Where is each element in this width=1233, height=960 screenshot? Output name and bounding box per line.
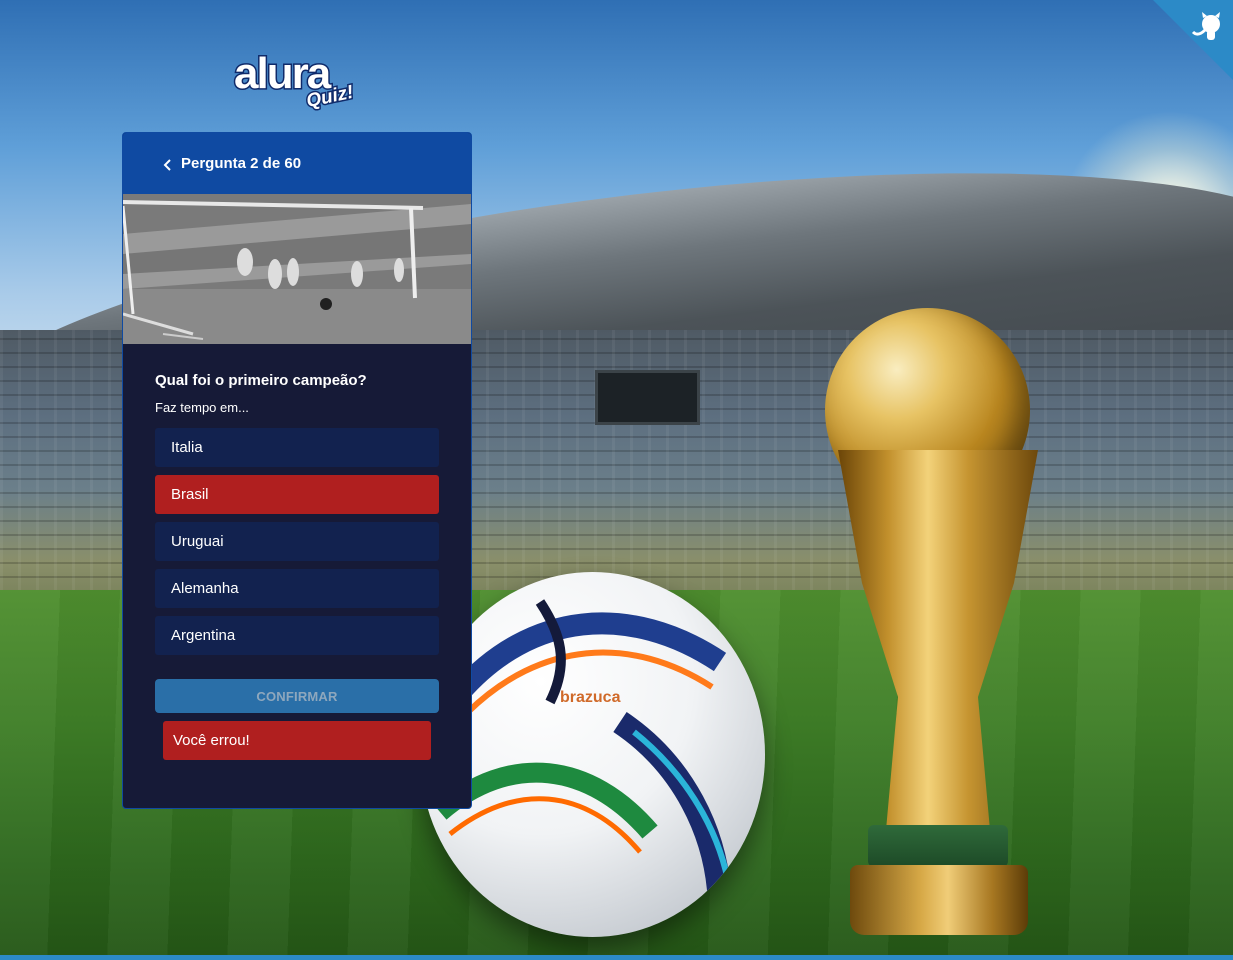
answer-label: Alemanha bbox=[171, 580, 239, 597]
answer-label: Brasil bbox=[171, 486, 209, 503]
github-corner-link[interactable] bbox=[1153, 0, 1233, 80]
answer-option[interactable]: Alemanha bbox=[155, 569, 439, 608]
answer-option[interactable]: Uruguai bbox=[155, 522, 439, 561]
answer-option[interactable]: Italia bbox=[155, 428, 439, 467]
answer-label: Uruguai bbox=[171, 533, 224, 550]
answer-option-selected[interactable]: Brasil bbox=[155, 475, 439, 514]
answer-list: Italia Brasil Uruguai Alemanha Argentina bbox=[155, 428, 439, 655]
answer-option[interactable]: Argentina bbox=[155, 616, 439, 655]
octocat-icon bbox=[1153, 0, 1233, 80]
confirm-button[interactable]: CONFIRMAR bbox=[155, 679, 439, 713]
card-header: Pergunta 2 de 60 bbox=[123, 133, 471, 194]
quiz-card: Pergunta 2 de 60 Qual foi o primeiro cam… bbox=[122, 132, 472, 809]
answer-label: Italia bbox=[171, 439, 203, 456]
question-title: Qual foi o primeiro campeão? bbox=[155, 372, 367, 389]
ball-brand-label: brazuca bbox=[560, 689, 621, 706]
card-body: Qual foi o primeiro campeão? Faz tempo e… bbox=[123, 344, 471, 760]
world-cup-trophy bbox=[810, 300, 1065, 950]
question-description: Faz tempo em... bbox=[155, 400, 249, 415]
question-image bbox=[123, 194, 471, 344]
question-counter: Pergunta 2 de 60 bbox=[181, 155, 302, 172]
answer-label: Argentina bbox=[171, 627, 236, 644]
chevron-left-icon[interactable] bbox=[161, 158, 175, 172]
result-wrong-message: Você errou! bbox=[163, 721, 431, 760]
bottom-accent-line bbox=[0, 955, 1233, 960]
scoreboard bbox=[595, 370, 700, 425]
alura-quiz-logo: alura Quiz! bbox=[232, 46, 362, 114]
